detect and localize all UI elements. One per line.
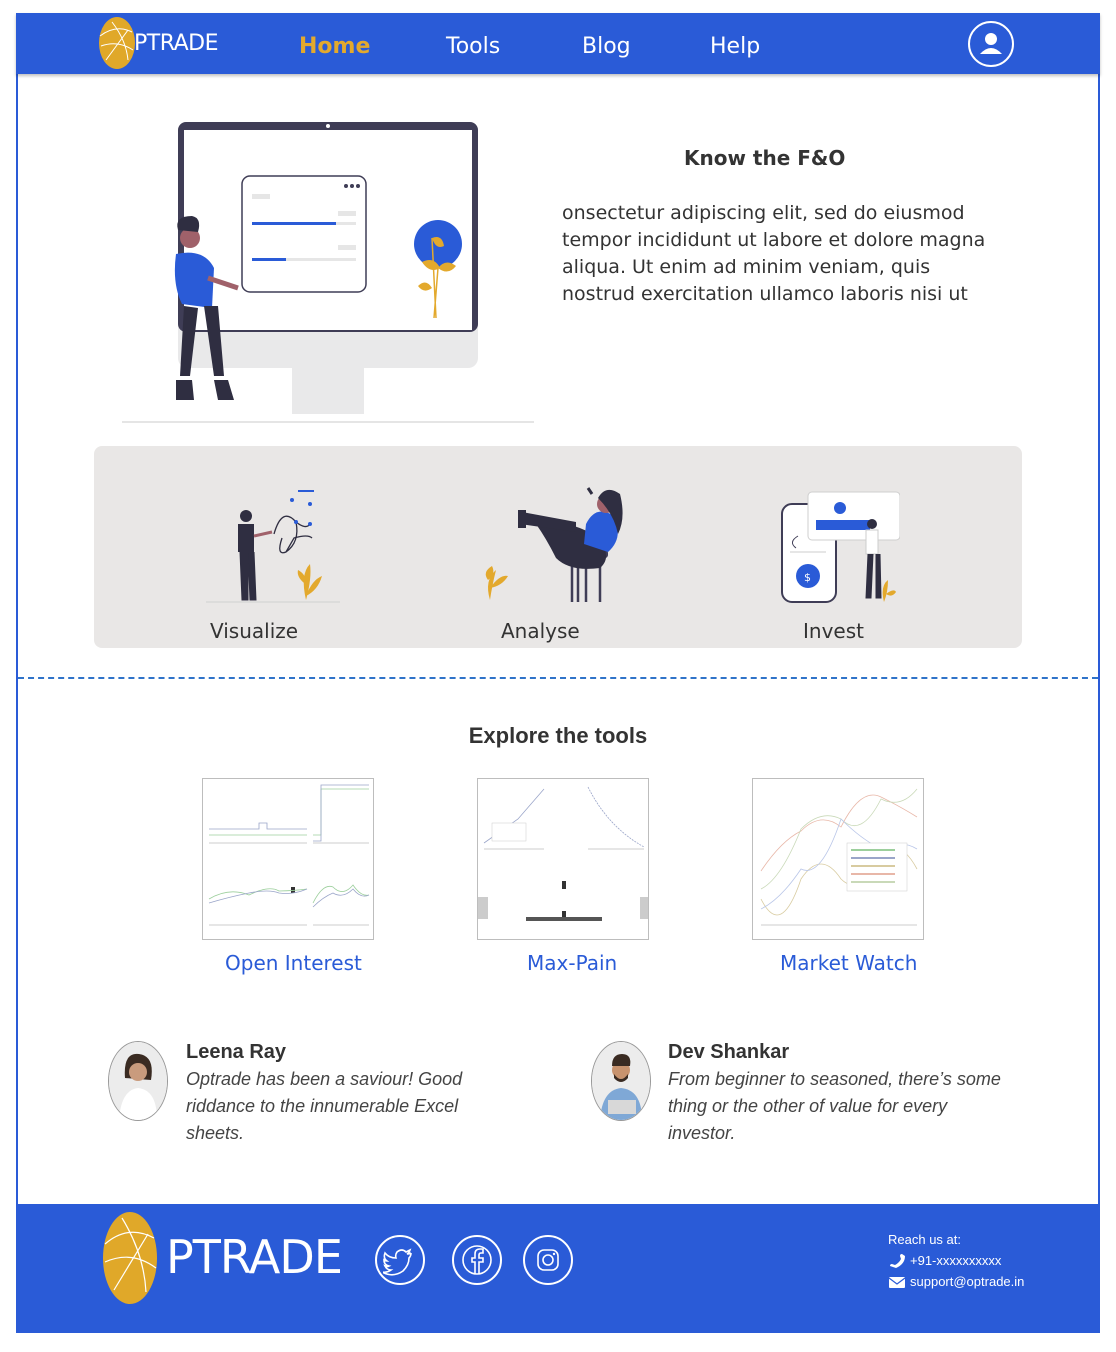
open-interest-link[interactable]: Open Interest (225, 951, 362, 975)
nav-tools[interactable]: Tools (446, 34, 500, 59)
user-icon (980, 33, 1002, 54)
brand-logo[interactable]: PTRADE (98, 13, 219, 73)
person-photo-icon (592, 1042, 650, 1120)
testimonial-quote: Optrade has been a saviour! Good riddanc… (186, 1069, 463, 1143)
max-pain-link[interactable]: Max-Pain (527, 951, 617, 975)
explore-tools-heading: Explore the tools (468, 723, 648, 748)
mail-icon (888, 1276, 906, 1288)
invest-illustration: $ (781, 491, 900, 603)
email-address[interactable]: support@optrade.in (910, 1271, 1024, 1292)
phone-icon (890, 1253, 905, 1268)
instagram-button[interactable] (523, 1235, 573, 1285)
nav-blog[interactable]: Blog (582, 34, 631, 59)
twitter-icon (383, 1248, 412, 1276)
testimonial-name: Leena Ray (186, 1041, 287, 1063)
max-pain-thumbnail[interactable] (477, 778, 649, 940)
market-watch-link[interactable]: Market Watch (780, 951, 917, 975)
svg-text:$: $ (804, 571, 811, 584)
brand-logo-text: PTRADE (134, 30, 219, 56)
profile-button[interactable] (968, 21, 1014, 67)
instagram-icon (537, 1249, 559, 1271)
optrade-footer-logo-icon[interactable] (102, 1210, 158, 1306)
person-photo-icon (109, 1042, 167, 1120)
hero-text: onsectetur adipiscing elit, sed do eiusm… (562, 202, 986, 305)
max-pain-chart-preview (478, 786, 648, 921)
feature-visualize-label: Visualize (210, 619, 299, 643)
nav-help[interactable]: Help (710, 34, 760, 59)
hero-title: Know the F&O (684, 146, 846, 170)
hero-illustration (122, 122, 534, 423)
nav-home[interactable]: Home (299, 34, 370, 59)
contact-info: Reach us at: +91-xxxxxxxxxx support@optr… (888, 1229, 1024, 1292)
footer-logo-text: PTRADE (166, 1230, 343, 1284)
avatar-dev-shankar (591, 1041, 651, 1121)
testimonial-quote: From beginner to seasoned, there’s some … (668, 1069, 1001, 1143)
feature-invest-label: Invest (803, 619, 864, 643)
reach-us-label: Reach us at: (888, 1232, 961, 1247)
avatar-leena-ray (108, 1041, 168, 1121)
open-interest-thumbnail[interactable] (202, 778, 374, 940)
facebook-icon (462, 1245, 492, 1275)
open-interest-chart-preview (208, 784, 370, 926)
testimonial-name: Dev Shankar (668, 1041, 790, 1063)
visualize-illustration (206, 490, 340, 603)
phone-number[interactable]: +91-xxxxxxxxxx (910, 1250, 1001, 1271)
market-watch-thumbnail[interactable] (752, 778, 924, 940)
feature-analyse-label: Analyse (501, 619, 580, 643)
optrade-logo-icon (99, 17, 135, 69)
market-watch-chart-preview (760, 788, 918, 926)
facebook-button[interactable] (452, 1235, 502, 1285)
twitter-button[interactable] (375, 1235, 425, 1285)
section-divider (18, 677, 1098, 679)
analyse-illustration (485, 487, 623, 602)
